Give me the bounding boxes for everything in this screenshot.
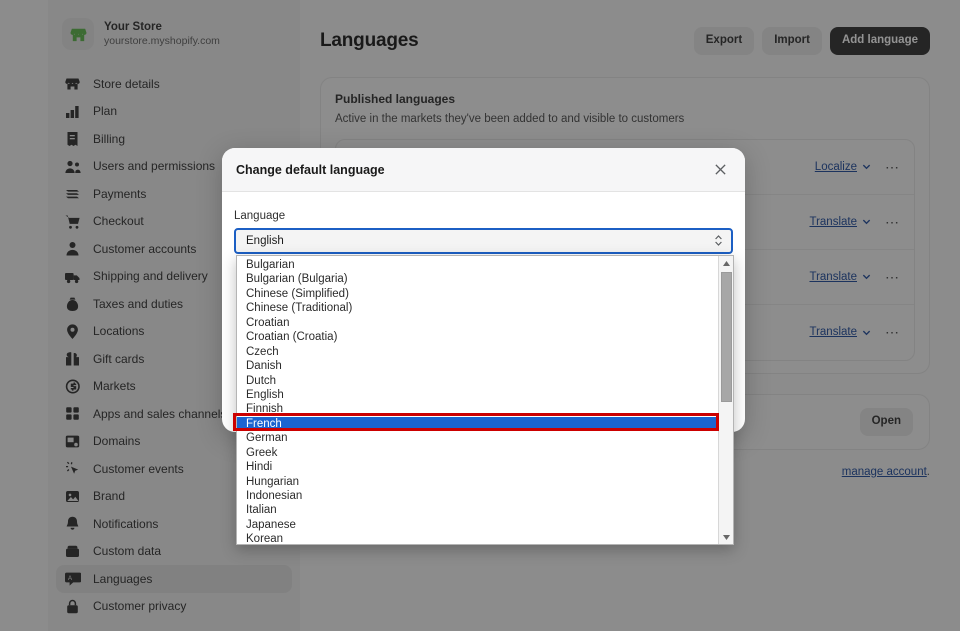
language-select-value: English	[246, 235, 284, 247]
dropdown-option[interactable]: Danish	[237, 359, 718, 373]
scrollbar-thumb[interactable]	[721, 272, 732, 402]
dropdown-option[interactable]: Hungarian	[237, 475, 718, 489]
dropdown-option[interactable]: Italian	[237, 503, 718, 517]
screen: Your Store yourstore.myshopify.com Store…	[0, 0, 960, 631]
dropdown-option[interactable]: Korean	[237, 532, 718, 546]
dropdown-option[interactable]: German	[237, 431, 718, 445]
dropdown-scrollbar[interactable]	[718, 256, 733, 544]
chevron-updown-icon	[714, 234, 723, 249]
dropdown-option[interactable]: Greek	[237, 446, 718, 460]
caret-down-icon[interactable]	[719, 530, 734, 544]
language-field-label: Language	[234, 210, 286, 222]
dropdown-option[interactable]: Japanese	[237, 518, 718, 532]
dropdown-option-list: Bulgarian Bulgarian (Bulgaria) Chinese (Si…	[237, 256, 718, 546]
dropdown-option[interactable]: Dutch	[237, 374, 718, 388]
close-icon[interactable]	[709, 159, 731, 181]
language-select[interactable]: English	[234, 228, 733, 254]
dropdown-option[interactable]: Chinese (Simplified)	[237, 287, 718, 301]
dropdown-option[interactable]: Hindi	[237, 460, 718, 474]
modal-title: Change default language	[236, 162, 385, 177]
dropdown-option[interactable]: Bulgarian (Bulgaria)	[237, 272, 718, 286]
dropdown-option[interactable]: Croatian	[237, 316, 718, 330]
dropdown-option[interactable]: Finnish	[237, 402, 718, 416]
dropdown-option[interactable]: English	[237, 388, 718, 402]
dropdown-option[interactable]: French	[237, 416, 718, 432]
dropdown-option[interactable]: Bulgarian	[237, 258, 718, 272]
modal-body: Language English	[222, 192, 745, 254]
dropdown-option[interactable]: Czech	[237, 345, 718, 359]
dropdown-option[interactable]: Indonesian	[237, 489, 718, 503]
modal-header: Change default language	[222, 148, 745, 192]
dropdown-option[interactable]: Chinese (Traditional)	[237, 301, 718, 315]
language-dropdown-popup[interactable]: Bulgarian Bulgarian (Bulgaria) Chinese (Si…	[236, 255, 734, 545]
caret-up-icon[interactable]	[719, 256, 734, 270]
dropdown-option[interactable]: Croatian (Croatia)	[237, 330, 718, 344]
